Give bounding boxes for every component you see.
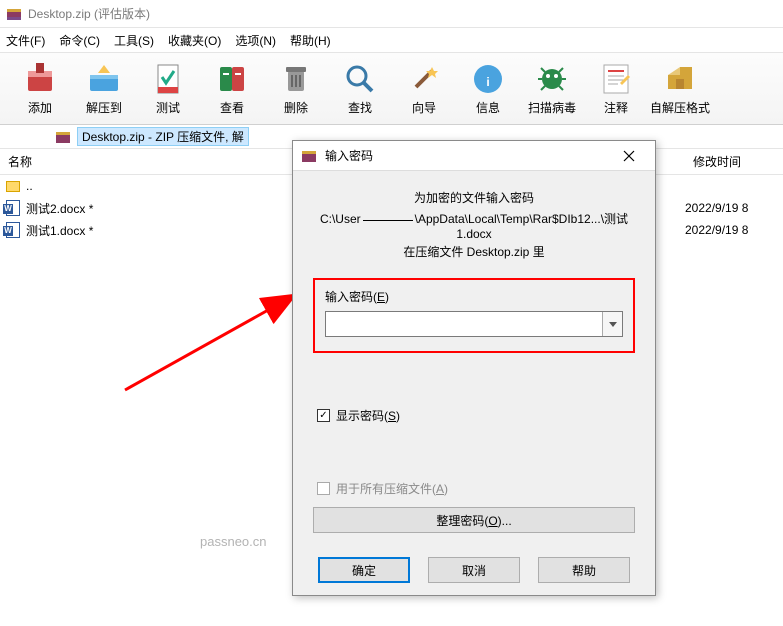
menu-opt[interactable]: 选项(N) bbox=[235, 32, 276, 49]
tool-delete[interactable]: 删除 bbox=[264, 57, 328, 120]
tool-test[interactable]: 测试 bbox=[136, 57, 200, 120]
annotation-arrow bbox=[120, 280, 320, 400]
watermark: passneo.cn bbox=[200, 534, 267, 549]
window-titlebar: Desktop.zip (评估版本) bbox=[0, 0, 783, 28]
close-icon bbox=[623, 150, 635, 162]
use-for-all-checkbox[interactable]: 用于所有压缩文件(A) bbox=[317, 480, 635, 497]
password-label: 输入密码(E) bbox=[325, 288, 623, 305]
show-password-checkbox[interactable]: ✓ 显示密码(S) bbox=[317, 407, 635, 424]
checkbox-icon bbox=[317, 482, 330, 495]
tool-extract[interactable]: 解压到 bbox=[72, 57, 136, 120]
chevron-down-icon bbox=[609, 322, 617, 327]
dialog-title: 输入密码 bbox=[325, 147, 611, 164]
add-icon bbox=[22, 61, 58, 97]
menu-help[interactable]: 帮助(H) bbox=[290, 32, 331, 49]
archive-icon bbox=[55, 129, 71, 145]
annotation-highlight: 输入密码(E) bbox=[313, 278, 635, 353]
extract-icon bbox=[86, 61, 122, 97]
delete-icon bbox=[278, 61, 314, 97]
close-button[interactable] bbox=[611, 144, 647, 168]
tool-view[interactable]: 查看 bbox=[200, 57, 264, 120]
menubar: 文件(F) 命令(C) 工具(S) 收藏夹(O) 选项(N) 帮助(H) bbox=[0, 28, 783, 52]
docx-icon bbox=[6, 222, 20, 238]
help-button[interactable]: 帮助 bbox=[538, 557, 630, 583]
tool-info[interactable]: i 信息 bbox=[456, 57, 520, 120]
checkbox-icon: ✓ bbox=[317, 409, 330, 422]
folder-icon bbox=[6, 181, 20, 192]
path-text: Desktop.zip - ZIP 压缩文件, 解 bbox=[77, 127, 249, 146]
scan-icon bbox=[534, 61, 570, 97]
tool-find[interactable]: 查找 bbox=[328, 57, 392, 120]
col-modified[interactable]: 修改时间 bbox=[685, 149, 783, 174]
dialog-path: C:\User\AppData\Local\Temp\Rar$DIb12...\… bbox=[313, 210, 635, 241]
view-icon bbox=[214, 61, 250, 97]
tool-sfx[interactable]: 自解压格式 bbox=[648, 57, 712, 120]
toolbar: 添加 解压到 测试 查看 删除 查找 向导 i 信息 扫描病毒 注释 自解压格式 bbox=[0, 52, 783, 125]
wizard-icon bbox=[406, 61, 442, 97]
password-dialog: 输入密码 为加密的文件输入密码 C:\User\AppData\Local\Te… bbox=[292, 140, 656, 596]
organize-passwords-button[interactable]: 整理密码(O)... bbox=[313, 507, 635, 533]
menu-fav[interactable]: 收藏夹(O) bbox=[168, 32, 221, 49]
menu-cmd[interactable]: 命令(C) bbox=[59, 32, 100, 49]
menu-tools[interactable]: 工具(S) bbox=[114, 32, 154, 49]
dialog-titlebar: 输入密码 bbox=[293, 141, 655, 171]
find-icon bbox=[342, 61, 378, 97]
test-icon bbox=[150, 61, 186, 97]
redacted-segment bbox=[363, 220, 413, 221]
winrar-icon bbox=[6, 6, 22, 22]
winrar-icon bbox=[301, 148, 317, 164]
password-input[interactable] bbox=[325, 311, 623, 337]
comment-icon bbox=[598, 61, 634, 97]
dialog-message: 为加密的文件输入密码 bbox=[313, 189, 635, 206]
tool-scan[interactable]: 扫描病毒 bbox=[520, 57, 584, 120]
password-dropdown[interactable] bbox=[602, 312, 622, 336]
dialog-archive-line: 在压缩文件 Desktop.zip 里 bbox=[313, 243, 635, 260]
tool-add[interactable]: 添加 bbox=[8, 57, 72, 120]
tool-wizard[interactable]: 向导 bbox=[392, 57, 456, 120]
tool-comment[interactable]: 注释 bbox=[584, 57, 648, 120]
svg-text:i: i bbox=[486, 75, 489, 89]
menu-file[interactable]: 文件(F) bbox=[6, 32, 45, 49]
window-title: Desktop.zip (评估版本) bbox=[28, 5, 150, 22]
sfx-icon bbox=[662, 61, 698, 97]
docx-icon bbox=[6, 200, 20, 216]
info-icon: i bbox=[470, 61, 506, 97]
cancel-button[interactable]: 取消 bbox=[428, 557, 520, 583]
ok-button[interactable]: 确定 bbox=[318, 557, 410, 583]
